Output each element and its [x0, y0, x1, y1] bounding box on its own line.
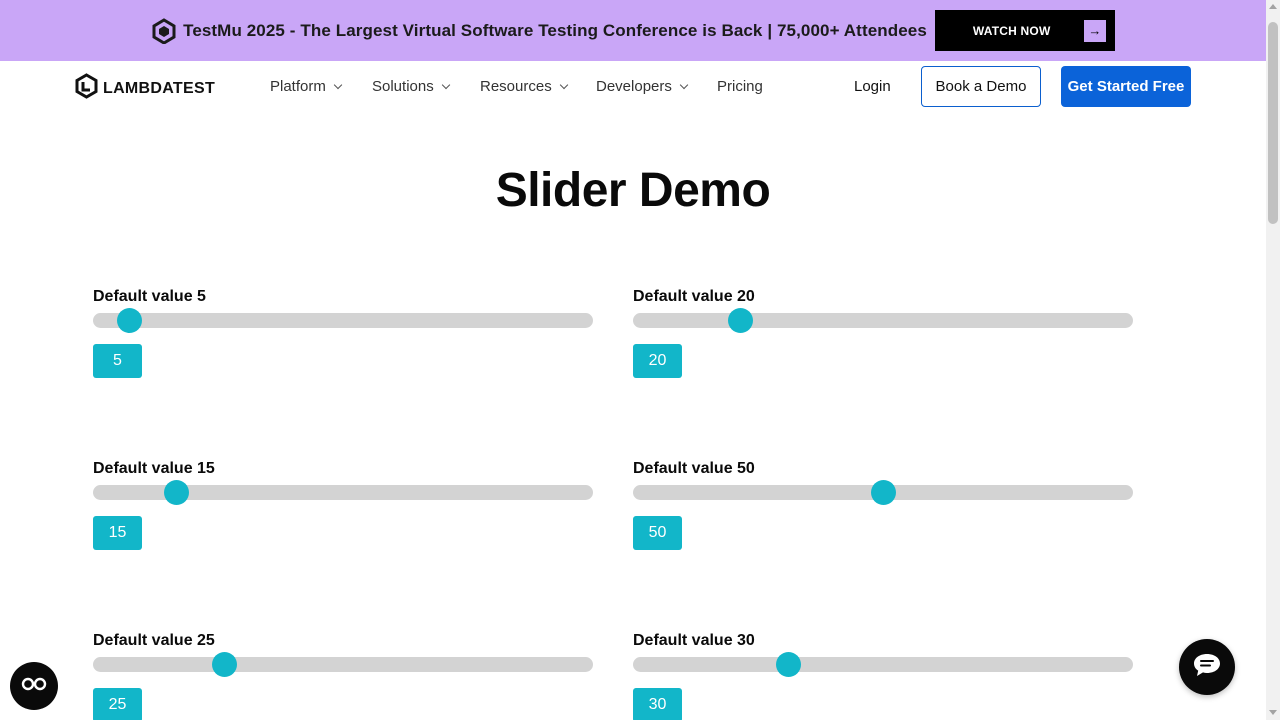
chevron-down-icon	[559, 80, 568, 90]
nav-item-developers[interactable]: Developers	[596, 78, 689, 95]
watch-now-label: WATCH NOW	[972, 23, 1051, 38]
arrow-right-icon: →	[1083, 19, 1106, 42]
watch-now-button[interactable]: WATCH NOW →	[934, 10, 1115, 51]
slider-value-output: 30	[633, 688, 682, 720]
page: TestMu 2025 - The Largest Virtual Softwa…	[0, 0, 1280, 720]
scroll-up-arrow-icon[interactable]	[1269, 4, 1277, 9]
nav-item-pricing[interactable]: Pricing	[717, 78, 763, 95]
slider-label: Default value 20	[633, 288, 755, 305]
slider-block: Default value 50 50	[633, 460, 1133, 550]
page-title: Slider Demo	[495, 164, 771, 217]
page-scrollbar[interactable]	[1266, 0, 1280, 720]
slider-value-output: 50	[633, 516, 682, 550]
slider-track[interactable]	[633, 313, 1133, 328]
nav-item-label: Resources	[480, 78, 552, 95]
slider-block: Default value 15 15	[93, 460, 593, 550]
slider-thumb[interactable]	[728, 308, 753, 333]
slider-thumb[interactable]	[164, 480, 190, 505]
scroll-down-arrow-icon[interactable]	[1269, 710, 1277, 715]
slider-value-output: 25	[93, 688, 142, 720]
slider-label: Default value 50	[633, 460, 755, 477]
slider-block: Default value 25 25	[93, 632, 593, 720]
slider-track[interactable]	[93, 657, 593, 672]
lambdatest-logo-icon	[74, 73, 99, 105]
nav-item-label: Pricing	[717, 78, 763, 95]
nav-item-label: Solutions	[372, 78, 434, 95]
slider-value-output: 5	[93, 344, 142, 378]
chat-bubble-icon	[1192, 652, 1222, 683]
brand-logo[interactable]: LAMBDATEST	[74, 73, 215, 105]
slider-thumb[interactable]	[870, 480, 896, 505]
slider-value-output: 15	[93, 516, 142, 550]
accessibility-glasses-icon	[21, 676, 47, 697]
chevron-down-icon	[441, 80, 450, 90]
login-link[interactable]: Login	[854, 78, 891, 95]
slider-track[interactable]	[93, 313, 593, 328]
nav-item-label: Developers	[596, 78, 672, 95]
slider-block: Default value 5 5	[93, 288, 593, 378]
chevron-down-icon	[679, 80, 689, 90]
nav-item-platform[interactable]: Platform	[270, 78, 343, 95]
slider-block: Default value 30 30	[633, 632, 1133, 720]
brand-name: LAMBDATEST	[103, 80, 216, 97]
chat-button[interactable]	[1179, 639, 1235, 695]
chevron-down-icon	[333, 80, 343, 90]
slider-label: Default value 30	[633, 632, 755, 649]
slider-thumb[interactable]	[116, 308, 142, 333]
slider-label: Default value 15	[93, 460, 215, 477]
slider-track[interactable]	[633, 657, 1133, 672]
nav-item-resources[interactable]: Resources	[480, 78, 568, 95]
get-started-button[interactable]: Get Started Free	[1061, 66, 1191, 107]
slider-thumb[interactable]	[211, 652, 237, 677]
nav-item-label: Platform	[270, 78, 326, 95]
slider-value-output: 20	[633, 344, 682, 378]
slider-thumb[interactable]	[775, 652, 801, 677]
book-demo-button[interactable]: Book a Demo	[921, 66, 1041, 107]
scrollbar-thumb[interactable]	[1268, 22, 1278, 224]
promo-banner[interactable]: TestMu 2025 - The Largest Virtual Softwa…	[0, 0, 1266, 61]
testmu-logo-icon	[151, 17, 177, 44]
accessibility-button[interactable]	[10, 662, 58, 710]
slider-label: Default value 25	[93, 632, 215, 649]
banner-text: TestMu 2025 - The Largest Virtual Softwa…	[183, 20, 927, 40]
nav-item-solutions[interactable]: Solutions	[372, 78, 450, 95]
slider-label: Default value 5	[93, 288, 206, 305]
main-nav: LAMBDATEST Platform Solutions Resources …	[0, 61, 1266, 113]
slider-block: Default value 20 20	[633, 288, 1133, 378]
